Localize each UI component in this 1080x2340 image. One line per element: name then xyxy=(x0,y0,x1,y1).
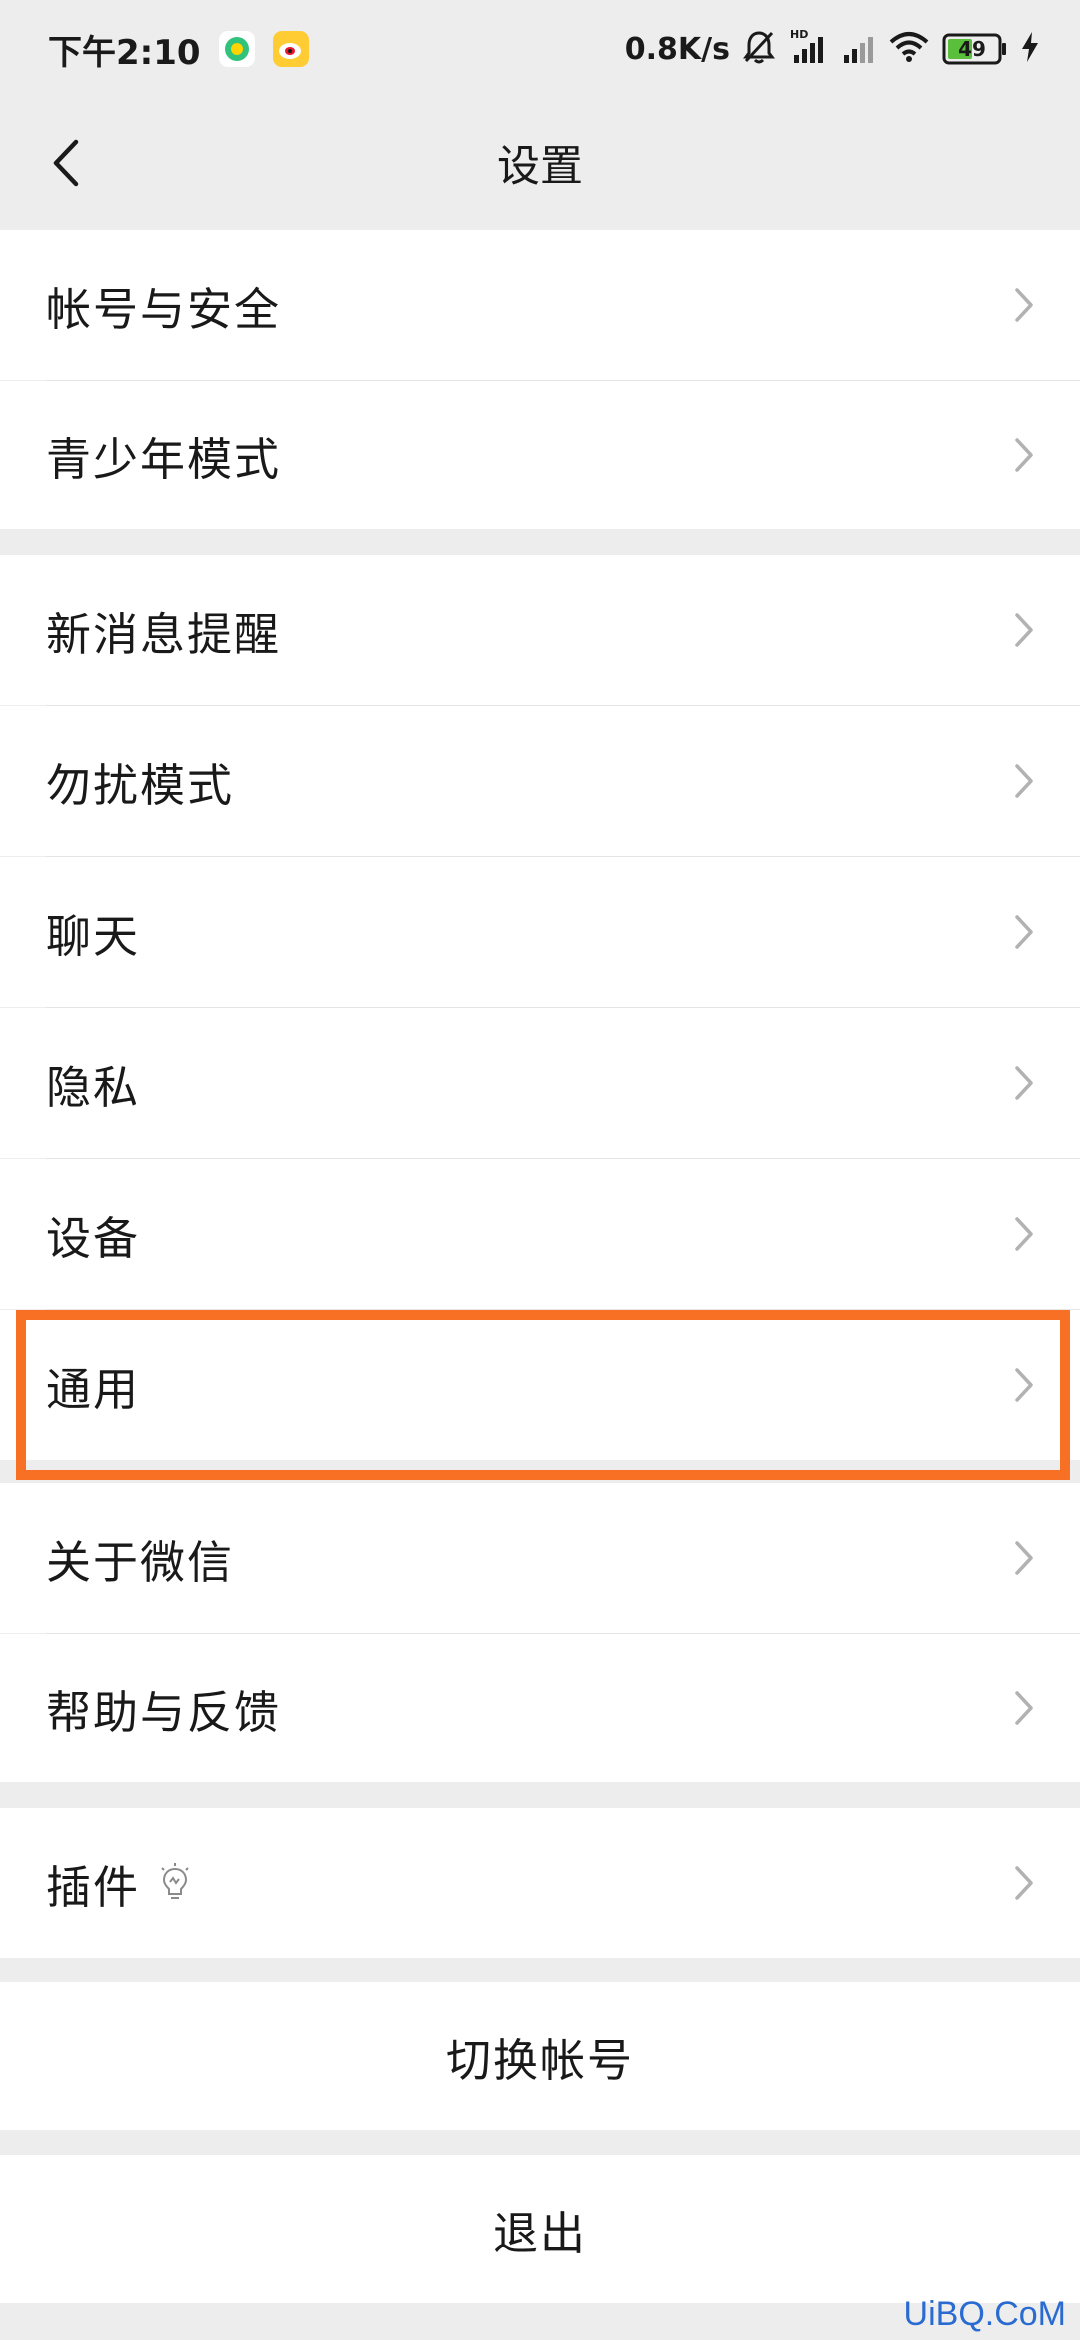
watermark: UiBQ.CoM xyxy=(903,2295,1066,2333)
settings-item-label: 插件 xyxy=(46,1860,141,1914)
page-title: 设置 xyxy=(497,142,583,192)
settings-item-devices[interactable]: 设备 xyxy=(0,1159,1080,1309)
status-time: 下午2:10 xyxy=(48,32,201,73)
net-speed: 0.8K/s xyxy=(624,31,730,67)
settings-item-label: 设备 xyxy=(46,1211,141,1265)
settings-item-label: 聊天 xyxy=(46,909,141,963)
chevron-right-icon xyxy=(1015,613,1033,647)
settings-item-label: 帐号与安全 xyxy=(46,282,282,336)
settings-item-label: 青少年模式 xyxy=(46,432,282,486)
chevron-right-icon xyxy=(1015,1691,1033,1725)
chevron-right-icon xyxy=(1015,764,1033,798)
settings-item-general[interactable]: 通用 xyxy=(0,1310,1080,1460)
settings-item-teen-mode[interactable]: 青少年模式 xyxy=(0,381,1080,529)
settings-item-new-message[interactable]: 新消息提醒 xyxy=(0,555,1080,705)
signal-icon xyxy=(840,29,876,69)
settings-item-label: 新消息提醒 xyxy=(46,607,282,661)
chevron-right-icon xyxy=(1015,288,1033,322)
status-bar: 下午2:10 0.8K/s HD 49 xyxy=(0,0,1080,98)
settings-item-do-not-disturb[interactable]: 勿扰模式 xyxy=(0,706,1080,856)
settings-item-about[interactable]: 关于微信 xyxy=(0,1483,1080,1633)
qq-music-icon xyxy=(218,31,255,67)
chevron-right-icon xyxy=(1015,1368,1033,1402)
battery-level: 49 xyxy=(958,37,986,61)
chevron-left-icon xyxy=(53,139,79,187)
chevron-right-icon xyxy=(1015,1866,1033,1900)
chevron-right-icon xyxy=(1015,438,1033,472)
status-right: 0.8K/s HD 49 xyxy=(625,27,1040,71)
settings-item-plugins[interactable]: 插件 xyxy=(0,1808,1080,1958)
switch-account-button[interactable]: 切换帐号 xyxy=(0,1982,1080,2130)
wifi-icon xyxy=(888,30,930,68)
back-button[interactable] xyxy=(30,128,100,198)
settings-item-label: 勿扰模式 xyxy=(46,758,235,812)
logout-button[interactable]: 退出 xyxy=(0,2155,1080,2303)
chevron-right-icon xyxy=(1015,915,1033,949)
logout-label: 退出 xyxy=(492,2206,587,2260)
weibo-icon xyxy=(272,31,309,67)
nav-bar: 设置 xyxy=(0,98,1080,228)
settings-item-chat[interactable]: 聊天 xyxy=(0,857,1080,1007)
settings-item-help-feedback[interactable]: 帮助与反馈 xyxy=(0,1634,1080,1782)
svg-text:HD: HD xyxy=(790,28,808,41)
settings-item-label: 帮助与反馈 xyxy=(46,1685,282,1739)
bell-muted-icon xyxy=(742,29,776,69)
signal-hd-icon: HD xyxy=(788,27,828,71)
settings-item-label: 隐私 xyxy=(46,1060,141,1114)
charging-icon xyxy=(1020,30,1040,68)
lightbulb-icon xyxy=(161,1863,189,1899)
settings-item-privacy[interactable]: 隐私 xyxy=(0,1008,1080,1158)
settings-item-account-security[interactable]: 帐号与安全 xyxy=(0,230,1080,380)
switch-account-label: 切换帐号 xyxy=(445,2033,634,2087)
chevron-right-icon xyxy=(1015,1541,1033,1575)
chevron-right-icon xyxy=(1015,1066,1033,1100)
settings-item-label: 关于微信 xyxy=(46,1535,235,1589)
settings-item-label: 通用 xyxy=(46,1362,141,1416)
chevron-right-icon xyxy=(1015,1217,1033,1251)
battery-icon: 49 xyxy=(942,32,1008,66)
